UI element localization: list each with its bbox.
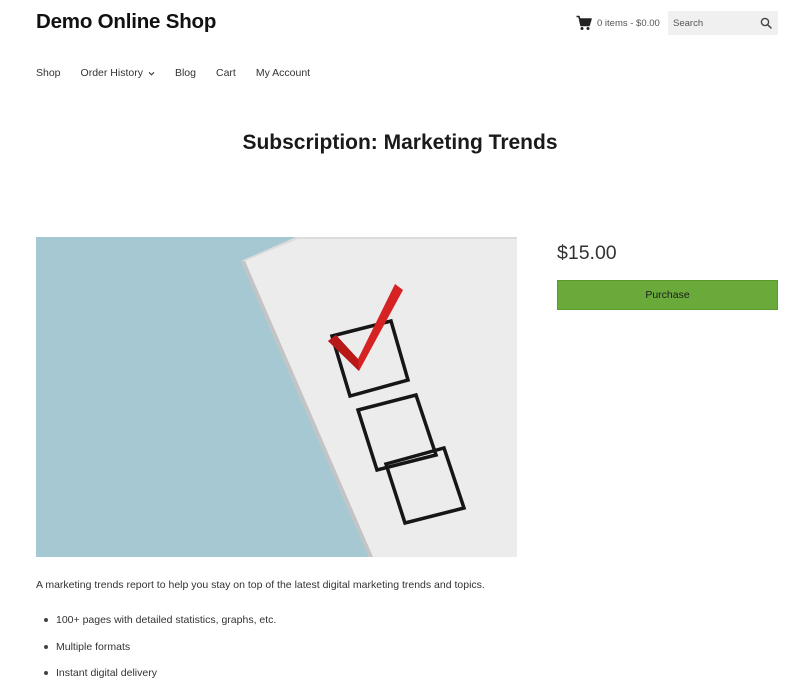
product-description: A marketing trends report to help you st… — [36, 579, 485, 591]
nav-item-cart[interactable]: Cart — [216, 67, 236, 79]
list-item: 100+ pages with detailed statistics, gra… — [43, 614, 276, 641]
cart-summary[interactable]: 0 items - $0.00 — [597, 18, 660, 29]
search-box — [668, 11, 778, 35]
search-icon[interactable] — [760, 17, 772, 29]
nav-item-order-history[interactable]: Order History — [81, 67, 155, 79]
nav-item-label: Cart — [215, 67, 236, 79]
chevron-down-icon — [148, 71, 155, 76]
site-title[interactable]: Demo Online Shop — [36, 10, 216, 34]
purchase-button[interactable]: Purchase — [557, 280, 778, 310]
nav-item-shop[interactable]: Shop — [36, 67, 61, 79]
nav-item-label: Order History — [80, 67, 143, 79]
nav-item-blog[interactable]: Blog — [175, 67, 196, 79]
checklist-icon — [36, 237, 517, 557]
list-item: Multiple formats — [43, 641, 276, 668]
product-price: $15.00 — [557, 242, 617, 264]
nav-item-label: My Account — [255, 67, 311, 79]
feature-list: 100+ pages with detailed statistics, gra… — [43, 614, 276, 691]
product-image — [36, 237, 517, 557]
main-nav: Shop Order History Blog Cart My Account — [36, 67, 330, 79]
nav-item-my-account[interactable]: My Account — [256, 67, 310, 79]
page-title: Subscription: Marketing Trends — [242, 131, 558, 154]
search-input[interactable] — [668, 11, 756, 35]
list-item: Instant digital delivery — [43, 667, 276, 691]
nav-item-label: Shop — [36, 67, 61, 79]
header-cart[interactable]: 0 items - $0.00 — [576, 15, 660, 31]
nav-item-label: Blog — [174, 67, 196, 79]
cart-icon — [576, 15, 592, 30]
